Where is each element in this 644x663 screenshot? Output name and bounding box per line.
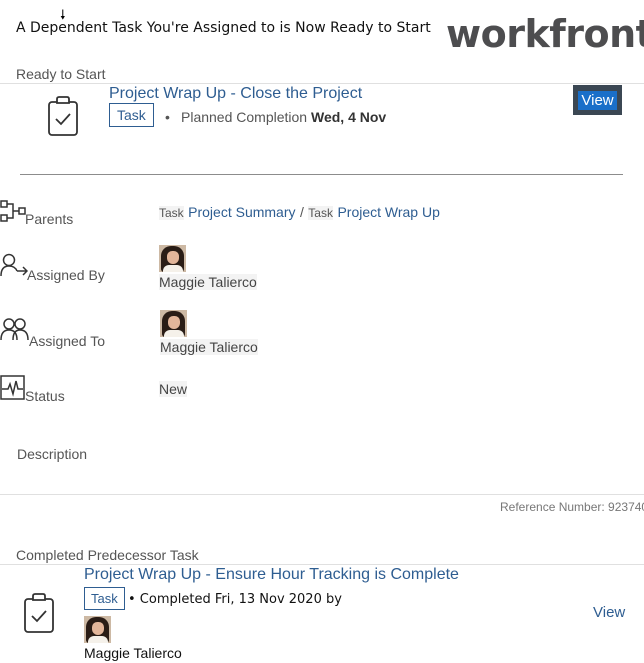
predecessor-task-title-link[interactable]: Project Wrap Up - Ensure Hour Tracking i…: [84, 566, 459, 584]
divider: [0, 494, 644, 495]
predecessor-type-badge: Task: [84, 587, 125, 610]
description-label: Description: [17, 446, 88, 462]
planned-completion-label: Planned Completion: [181, 109, 308, 125]
task-type-badge: Task: [109, 103, 154, 127]
workfront-logo: workfront: [446, 12, 644, 56]
divider: [20, 174, 623, 175]
task-title-link[interactable]: Project Wrap Up - Close the Project: [109, 85, 362, 103]
avatar: [160, 310, 187, 337]
status-label: Status: [25, 388, 65, 404]
status-value: New: [159, 381, 188, 397]
planned-completion-date: Wed, 4 Nov: [310, 109, 387, 125]
avatar: [84, 616, 111, 643]
parent-link-project-summary[interactable]: Project Summary: [188, 204, 295, 220]
separator-dot: •: [165, 109, 170, 125]
parent-link-project-wrap-up[interactable]: Project Wrap Up: [337, 204, 439, 220]
pulse-icon: [0, 375, 26, 401]
clipboard-check-icon: [46, 95, 80, 137]
avatar: [159, 245, 186, 272]
assigned-to-name: Maggie Talierco: [160, 339, 258, 355]
predecessor-section-label: Completed Predecessor Task: [16, 547, 199, 563]
clipboard-check-icon: [22, 592, 56, 634]
divider: [0, 83, 644, 84]
completed-info: • Completed Fri, 13 Nov 2020 by: [128, 592, 342, 607]
view-button-label: View: [578, 90, 617, 110]
divider: [0, 564, 644, 565]
parents-breadcrumb: Task Project Summary / Task Project Wrap…: [159, 204, 440, 222]
parents-label: Parents: [25, 211, 74, 227]
parent-type: Task: [159, 206, 184, 220]
assigned-by-name: Maggie Talierco: [159, 274, 257, 290]
completed-by-name: Maggie Talierco: [84, 645, 182, 661]
email-subject: A Dependent Task You're Assigned to is N…: [16, 20, 431, 36]
view-button[interactable]: View: [573, 85, 622, 115]
user-arrow-icon: [0, 253, 28, 277]
assigned-by-label: Assigned By: [27, 267, 105, 283]
breadcrumb-separator: /: [299, 204, 304, 220]
reference-number: Reference Number: 923740: [500, 500, 644, 514]
ready-section-label: Ready to Start: [16, 66, 106, 82]
hierarchy-icon: [0, 200, 26, 222]
planned-completion: Planned Completion Wed, 4 Nov: [181, 109, 386, 125]
parent-type: Task: [308, 206, 333, 220]
predecessor-view-link[interactable]: View: [593, 604, 625, 621]
assigned-to-label: Assigned To: [29, 333, 106, 349]
users-icon: [0, 317, 30, 341]
